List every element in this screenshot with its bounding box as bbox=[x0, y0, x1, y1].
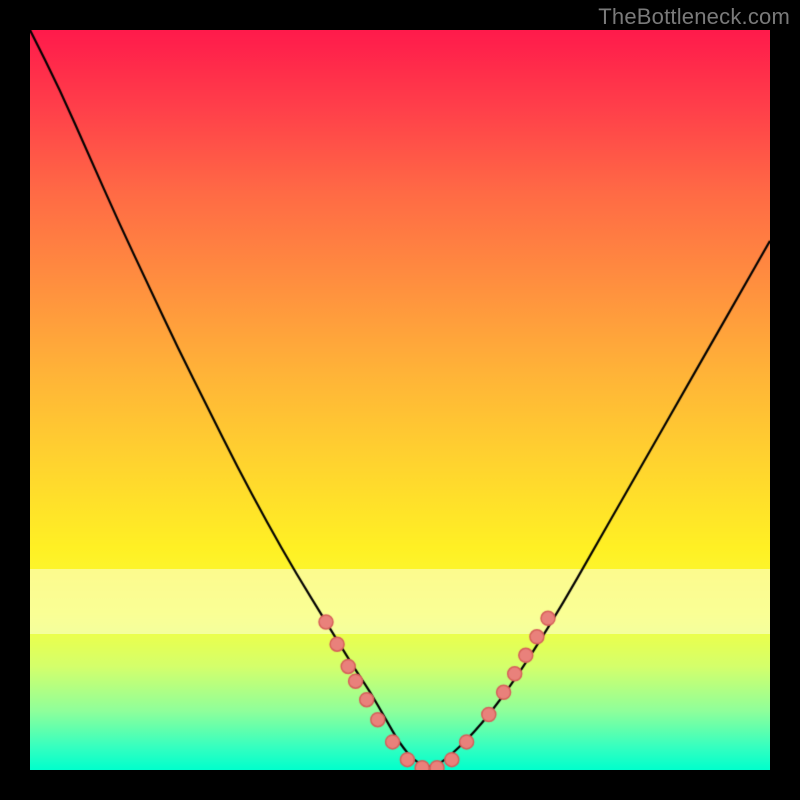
attribution-watermark: TheBottleneck.com bbox=[598, 4, 790, 30]
bottleneck-curve-canvas bbox=[30, 30, 770, 770]
